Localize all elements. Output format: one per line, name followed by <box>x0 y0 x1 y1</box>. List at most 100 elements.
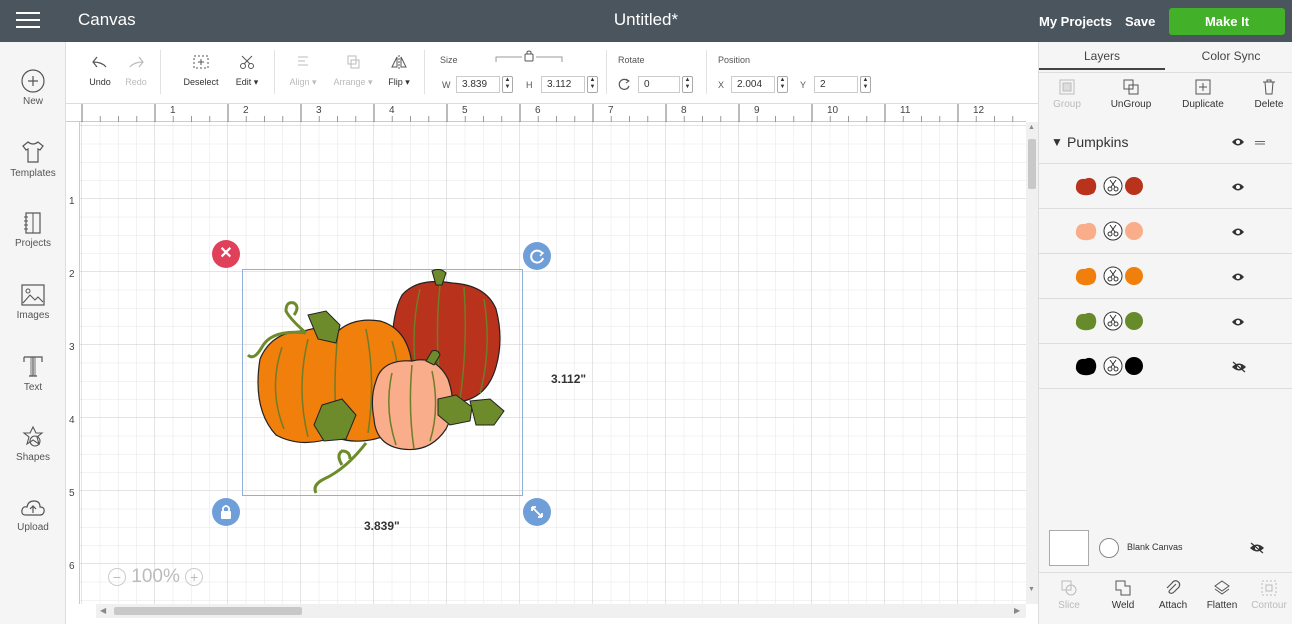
eye-hidden-icon[interactable] <box>1231 361 1247 373</box>
tab-color-sync[interactable]: Color Sync <box>1169 42 1292 70</box>
y-position-input[interactable]: 2 <box>814 76 858 93</box>
drag-handle-icon[interactable]: ═ <box>1255 134 1265 150</box>
slice-label: Slice <box>1058 600 1080 611</box>
ruler-top-number: 12 <box>973 105 985 116</box>
sidebar-item-shapes[interactable]: Shapes <box>0 424 66 463</box>
slice-icon <box>1061 580 1077 596</box>
eye-icon[interactable] <box>1231 317 1245 327</box>
group-button[interactable]: Group <box>1049 78 1085 110</box>
weld-button[interactable]: Weld <box>1103 579 1143 611</box>
height-input[interactable]: 3.112 <box>541 76 585 93</box>
rotate-handle[interactable] <box>523 242 551 270</box>
flatten-button[interactable]: Flatten <box>1199 579 1245 611</box>
resize-handle[interactable] <box>523 498 551 526</box>
delete-handle[interactable]: ✕ <box>212 240 240 268</box>
slice-button[interactable]: Slice <box>1049 579 1089 611</box>
rotate-stepper[interactable]: ▲ ▼ <box>682 76 693 93</box>
eye-icon[interactable] <box>1231 137 1245 147</box>
lock-handle[interactable] <box>212 498 240 526</box>
vertical-scrollbar[interactable]: ▲ ▼ <box>1026 122 1038 604</box>
ungroup-button[interactable]: UnGroup <box>1101 78 1161 110</box>
save-link[interactable]: Save <box>1125 14 1155 29</box>
duplicate-button[interactable]: Duplicate <box>1173 78 1233 110</box>
lock-ratio-icon[interactable] <box>494 50 564 64</box>
design-canvas[interactable]: 1 2 3 4 5 6 7 8 9 10 11 12 123456 ✕ 3.112" 3.839" <box>66 104 1026 604</box>
layer-color-swatch[interactable] <box>1125 312 1143 330</box>
left-sidebar: New Templates Projects Images Text Shape… <box>0 42 66 624</box>
make-it-button[interactable]: Make It <box>1169 8 1285 35</box>
layer-row[interactable] <box>1039 209 1292 254</box>
cut-operation-icon[interactable] <box>1103 356 1123 376</box>
attach-button[interactable]: Attach <box>1151 579 1195 611</box>
arrange-dropdown[interactable]: Arrange ▾ <box>328 54 378 88</box>
ruler-horizontal: 1 2 3 4 5 6 7 8 9 10 11 12 <box>66 104 1026 122</box>
sidebar-item-templates[interactable]: Templates <box>0 138 66 179</box>
eye-hidden-icon[interactable] <box>1249 542 1265 554</box>
caret-down-icon[interactable]: ▼ <box>1051 135 1063 149</box>
layer-color-swatch[interactable] <box>1125 222 1143 240</box>
cut-operation-icon[interactable] <box>1103 266 1123 286</box>
canvas-color-swatch[interactable] <box>1049 530 1089 566</box>
width-input[interactable]: 3.839 <box>456 76 500 93</box>
height-stepper[interactable]: ▲ ▼ <box>587 76 598 93</box>
layer-color-swatch[interactable] <box>1125 357 1143 375</box>
delete-button[interactable]: Delete <box>1249 78 1289 110</box>
flip-dropdown[interactable]: Flip ▾ <box>382 54 416 88</box>
edit-dropdown[interactable]: Edit ▾ <box>230 54 264 88</box>
layer-color-swatch[interactable] <box>1125 267 1143 285</box>
y-position-stepper[interactable]: ▲ ▼ <box>860 76 871 93</box>
horizontal-scrollbar[interactable]: ◀ ▶ <box>96 604 1026 618</box>
flatten-icon <box>1214 580 1230 595</box>
tab-layers[interactable]: Layers <box>1039 42 1165 70</box>
x-position-input[interactable]: 2.004 <box>731 76 775 93</box>
cut-operation-icon[interactable] <box>1103 221 1123 241</box>
zoom-out-button[interactable]: − <box>108 567 126 586</box>
vertical-scroll-thumb[interactable] <box>1028 139 1036 189</box>
eye-icon[interactable] <box>1231 227 1245 237</box>
sidebar-item-projects[interactable]: Projects <box>0 210 66 249</box>
deselect-button[interactable]: Deselect <box>176 54 226 87</box>
undo-button[interactable]: Undo <box>84 54 116 87</box>
trash-icon <box>1263 79 1275 95</box>
ruler-left-number: 6 <box>69 561 75 572</box>
image-icon <box>21 284 45 306</box>
menu-icon[interactable] <box>16 12 40 30</box>
cut-operation-icon[interactable] <box>1103 176 1123 196</box>
sidebar-item-label: Templates <box>10 168 56 179</box>
toolbar-divider <box>706 50 707 94</box>
align-dropdown[interactable]: Align ▾ <box>282 54 324 88</box>
layer-row[interactable] <box>1039 254 1292 299</box>
ruler-top-number: 8 <box>681 105 687 116</box>
sidebar-item-text[interactable]: Text <box>0 352 66 393</box>
zoom-in-button[interactable]: + <box>185 567 204 586</box>
eye-icon[interactable] <box>1231 272 1245 282</box>
layer-row[interactable] <box>1039 344 1292 389</box>
layer-row[interactable] <box>1039 164 1292 209</box>
redo-button[interactable]: Redo <box>120 54 152 87</box>
blank-canvas-row[interactable]: Blank Canvas <box>1049 530 1289 570</box>
toolbar-divider <box>160 50 161 94</box>
contour-button[interactable]: Contour <box>1247 579 1291 611</box>
sidebar-item-new[interactable]: New <box>0 68 66 107</box>
layer-color-swatch[interactable] <box>1125 177 1143 195</box>
flip-label: Flip <box>388 77 403 87</box>
layer-group-pumpkins[interactable]: ▼ Pumpkins ═ <box>1039 122 1292 164</box>
width-stepper[interactable]: ▲ ▼ <box>502 76 513 93</box>
canvas-color-circle[interactable] <box>1099 538 1119 558</box>
ruler-ticks <box>81 104 1014 122</box>
my-projects-link[interactable]: My Projects <box>1039 14 1112 29</box>
text-icon <box>23 356 43 377</box>
x-position-stepper[interactable]: ▲ ▼ <box>777 76 788 93</box>
blank-canvas-label: Blank Canvas <box>1127 542 1183 552</box>
horizontal-scroll-thumb[interactable] <box>114 607 302 615</box>
shapes-icon <box>22 425 44 447</box>
sidebar-item-upload[interactable]: Upload <box>0 496 66 533</box>
eye-icon[interactable] <box>1231 182 1245 192</box>
cut-operation-icon[interactable] <box>1103 311 1123 331</box>
cloud-upload-icon <box>21 500 45 516</box>
sidebar-item-images[interactable]: Images <box>0 282 66 321</box>
pumpkins-artwork[interactable] <box>242 269 527 499</box>
rotate-input[interactable]: 0 <box>638 76 680 93</box>
layer-row[interactable] <box>1039 299 1292 344</box>
duplicate-label: Duplicate <box>1182 99 1224 110</box>
